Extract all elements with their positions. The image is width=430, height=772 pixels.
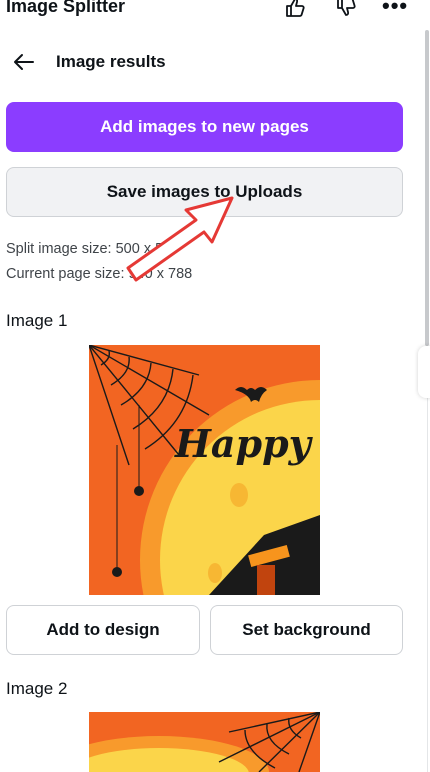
image-1-thumbnail[interactable]: Happy xyxy=(89,345,320,595)
add-images-to-new-pages-button[interactable]: Add images to new pages xyxy=(6,102,403,152)
more-icon[interactable]: ••• xyxy=(382,0,407,22)
thumbs-down-icon[interactable] xyxy=(334,0,358,20)
image-1-label: Image 1 xyxy=(6,311,68,330)
title-bar: Image Splitter ••• xyxy=(0,0,430,20)
thumbnail-caption: Happy xyxy=(174,421,314,466)
annotation-arrow xyxy=(126,196,234,282)
add-to-design-button[interactable]: Add to design xyxy=(6,605,200,655)
halloween-thumbnail-1: Happy xyxy=(89,345,320,595)
results-header: Image results xyxy=(12,48,166,76)
image-2-thumbnail[interactable] xyxy=(89,712,320,772)
thumbs-up-icon[interactable] xyxy=(283,0,307,20)
side-panel-handle[interactable] xyxy=(418,346,430,398)
back-arrow-icon[interactable] xyxy=(12,50,36,74)
scrollbar-thumb[interactable] xyxy=(425,30,429,346)
scrollbar[interactable] xyxy=(424,30,430,772)
halloween-thumbnail-2 xyxy=(89,712,320,772)
image-2-label: Image 2 xyxy=(6,679,68,698)
page-title: Image results xyxy=(56,52,166,71)
scrollbar-track xyxy=(427,346,428,772)
app-title: Image Splitter xyxy=(6,0,126,16)
set-background-button[interactable]: Set background xyxy=(210,605,403,655)
